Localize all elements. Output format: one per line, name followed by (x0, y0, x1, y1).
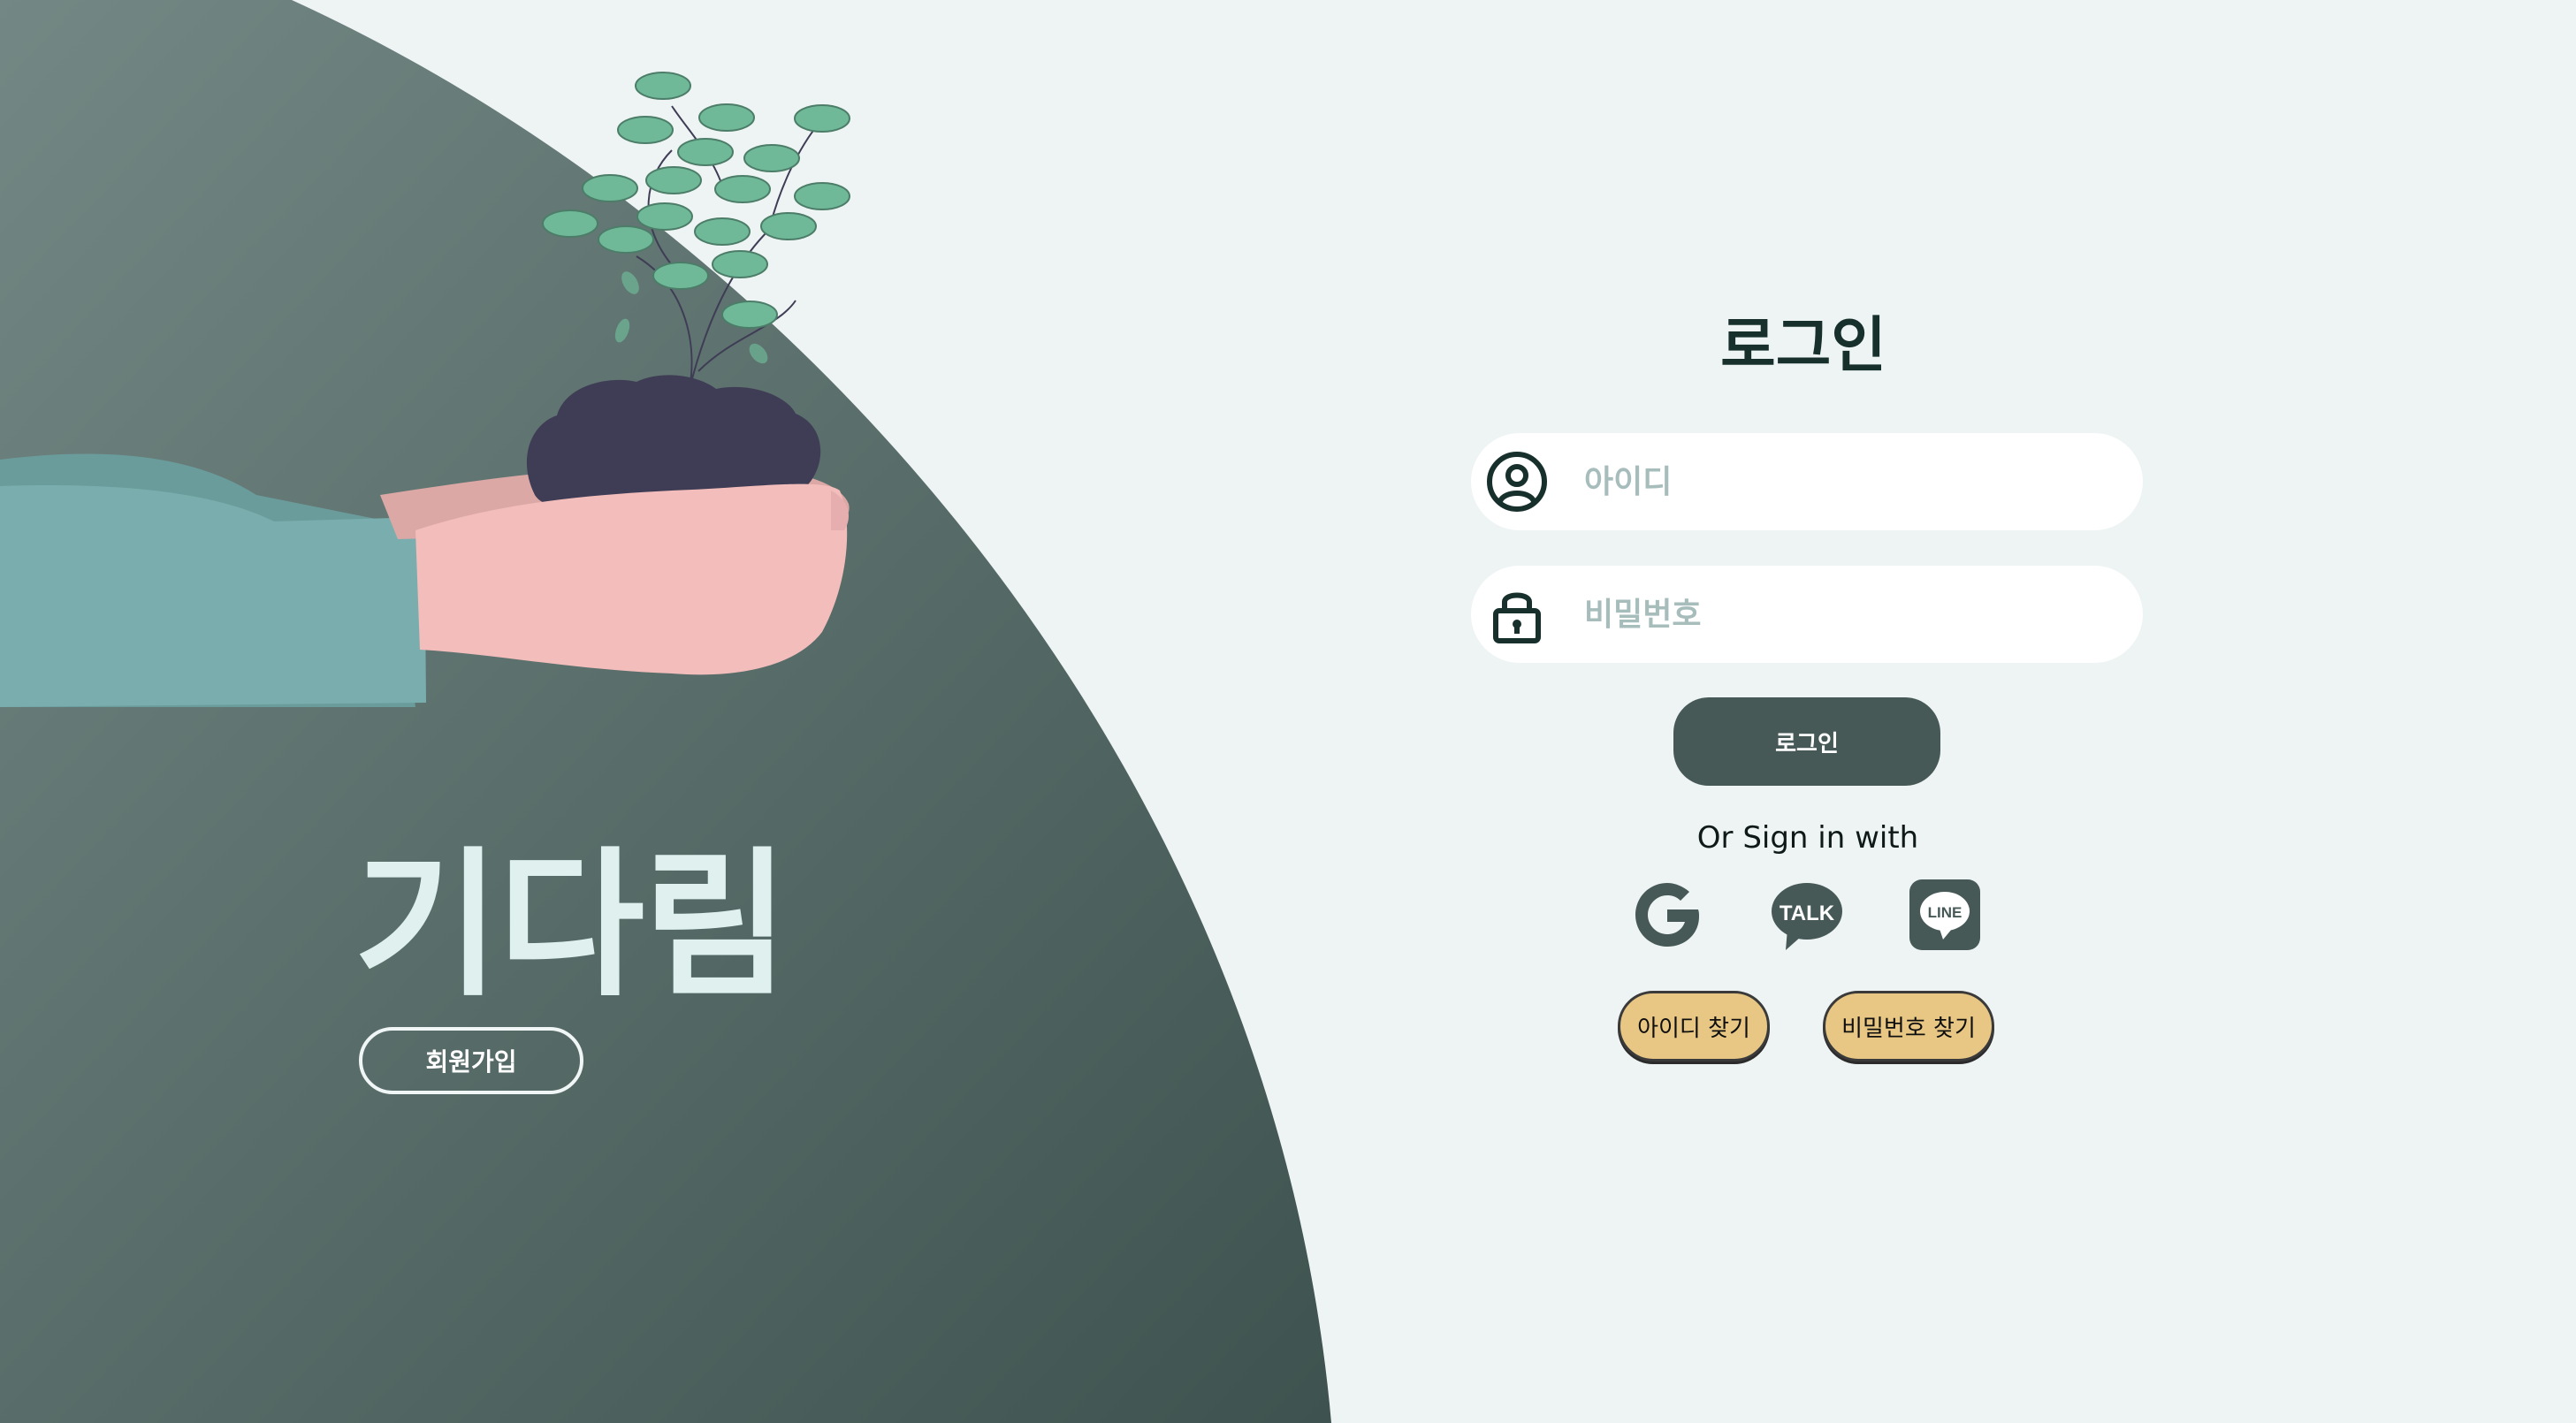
login-button[interactable]: 로그인 (1673, 697, 1940, 786)
id-input[interactable] (1582, 454, 2081, 509)
kakaotalk-badge: TALK (1780, 902, 1835, 925)
login-title: 로그인 (1720, 311, 1886, 381)
social-heading: Or Sign in with (1696, 820, 1919, 856)
kakaotalk-icon[interactable]: TALK (1770, 878, 1844, 952)
password-field[interactable] (1471, 566, 2143, 663)
signup-button[interactable]: 회원가입 (359, 1027, 583, 1094)
hero-panel (0, 0, 1331, 1423)
password-input[interactable] (1582, 587, 2081, 642)
lock-icon (1493, 592, 1541, 643)
find-id-button[interactable]: 아이디 찾기 (1618, 991, 1770, 1062)
line-icon[interactable]: LINE (1908, 878, 1982, 952)
find-password-button[interactable]: 비밀번호 찾기 (1823, 991, 1994, 1062)
user-circle-icon (1487, 452, 1547, 512)
line-badge: LINE (1928, 904, 1962, 921)
id-field[interactable] (1471, 433, 2143, 530)
brand-title: 기다림 (354, 833, 789, 1018)
google-icon[interactable] (1630, 878, 1704, 952)
